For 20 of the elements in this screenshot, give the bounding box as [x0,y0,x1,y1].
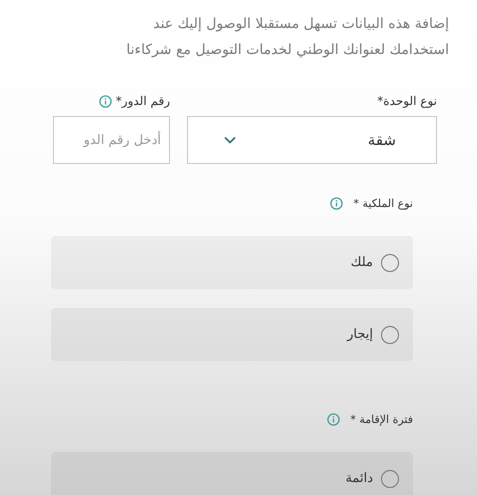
radio-option[interactable]: إيجار [51,308,413,361]
field-label: نوع الوحدة* [377,94,437,108]
group-label: نوع الملكية * [353,196,413,210]
option-label: ملك [350,255,373,270]
option-label: دائمة [345,471,373,486]
intro-text: إضافة هذه البيانات تسهل مستقبلا الوصول إليك عند [153,15,449,34]
chevron-down-icon [224,136,236,144]
group-label: فترة الإقامة * [350,412,413,426]
field-label: رقم الدور* [116,94,170,108]
radio-option[interactable]: ملك [51,236,413,289]
info-icon[interactable] [327,412,340,426]
radio-option[interactable]: دائمة [51,452,413,495]
info-icon[interactable] [330,196,344,210]
radio-button[interactable] [381,326,399,344]
dropdown[interactable]: شقة [187,116,437,164]
radio-button[interactable] [381,470,399,488]
option-label: إيجار [347,327,373,342]
info-icon[interactable] [98,94,112,108]
radio-button[interactable] [381,254,399,272]
intro-text: استخدامك لعنوانك الوطني لخدمات التوصيل مع شركاءنا [126,41,449,60]
